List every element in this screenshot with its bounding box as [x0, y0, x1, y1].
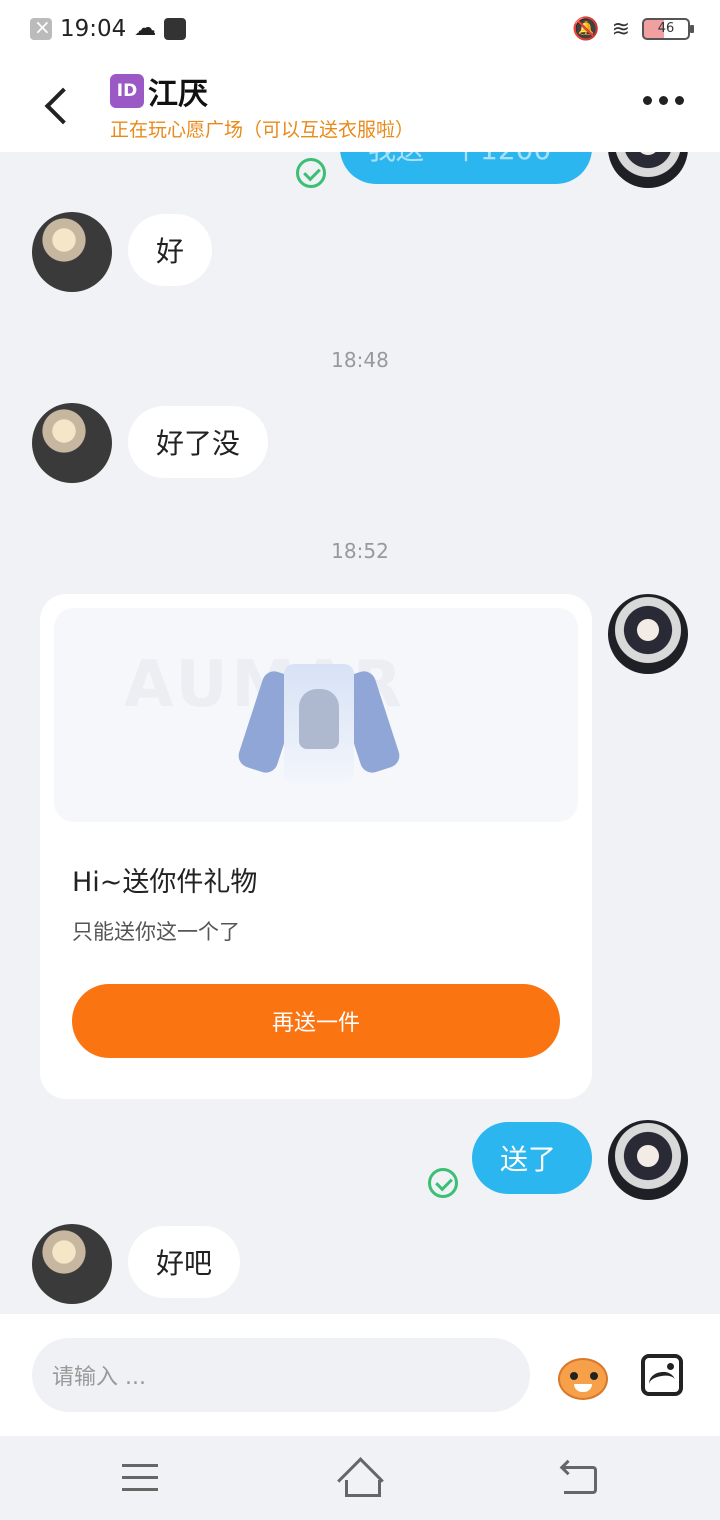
chat-area[interactable]: 我送一个1200 好 18:48 好了没 18:52 AUMAR Hi~送你件礼… — [0, 152, 720, 1314]
title-row: ID 江厌 — [110, 69, 414, 113]
send-another-button[interactable]: 再送一件 — [72, 984, 560, 1058]
message-icon — [164, 18, 187, 40]
gift-description: 只能送你这一个了 — [72, 920, 240, 944]
my-avatar[interactable] — [608, 1120, 688, 1200]
menu-icon[interactable] — [122, 1464, 158, 1492]
system-back-icon[interactable] — [562, 1462, 597, 1494]
message-text: 好吧 — [156, 1247, 213, 1280]
id-badge-icon: ID — [110, 73, 144, 108]
gift-card[interactable]: AUMAR Hi~送你件礼物 只能送你这一个了 再送一件 — [40, 594, 592, 1099]
my-avatar[interactable] — [608, 152, 688, 188]
status-bar: 19:04 ☁ 🔕 ≋ 46 — [0, 0, 720, 58]
status-time: 19:04 — [60, 16, 127, 42]
sent-check-icon — [296, 158, 326, 188]
emoji-icon[interactable] — [556, 1352, 610, 1402]
contact-status: 正在玩心愿广场（可以互送衣服啦） — [110, 118, 415, 141]
message-timestamp: 18:52 — [331, 539, 389, 563]
message-bubble-incoming[interactable]: 好 — [128, 214, 213, 286]
gift-image[interactable]: AUMAR — [54, 608, 578, 822]
status-left: 19:04 ☁ — [30, 15, 187, 42]
message-input[interactable]: 请输入 ... — [32, 1338, 530, 1412]
message-text: 我送一个1200 — [368, 152, 551, 168]
contact-avatar[interactable] — [32, 403, 112, 483]
message-text: 好 — [156, 235, 185, 268]
wifi-icon: ≋ — [611, 16, 630, 42]
mute-icon: 🔕 — [572, 16, 600, 42]
close-notification-icon — [30, 15, 52, 40]
status-right: 🔕 ≋ 46 — [572, 16, 694, 42]
chat-header: ID 江厌 正在玩心愿广场（可以互送衣服啦） — [0, 58, 720, 152]
wechat-icon: ☁ — [134, 16, 157, 41]
message-bubble-incoming[interactable]: 好了没 — [128, 406, 269, 478]
message-bubble-outgoing[interactable]: 我送一个1200 — [340, 152, 592, 184]
contact-avatar[interactable] — [32, 1224, 112, 1304]
battery-icon: 46 — [642, 18, 694, 40]
message-text: 送了 — [500, 1143, 557, 1176]
gift-title: Hi~送你件礼物 — [72, 867, 258, 898]
more-options-icon[interactable] — [643, 96, 684, 105]
contact-avatar[interactable] — [32, 212, 112, 292]
system-nav-bar — [0, 1436, 720, 1520]
shirt-image-icon — [235, 644, 403, 794]
input-bar: 请输入 ... — [0, 1314, 720, 1436]
home-icon[interactable] — [336, 1458, 384, 1498]
chat-title-block: ID 江厌 正在玩心愿广场（可以互送衣服啦） — [110, 69, 414, 142]
image-picker-icon[interactable] — [641, 1354, 683, 1396]
my-avatar[interactable] — [608, 594, 688, 674]
message-bubble-incoming[interactable]: 好吧 — [128, 1226, 241, 1298]
sent-check-icon — [428, 1168, 458, 1198]
back-arrow-icon[interactable] — [28, 75, 88, 135]
message-text: 好了没 — [156, 427, 241, 460]
contact-name[interactable]: 江厌 — [148, 69, 208, 113]
message-bubble-outgoing[interactable]: 送了 — [472, 1122, 592, 1194]
message-timestamp: 18:48 — [331, 348, 389, 372]
